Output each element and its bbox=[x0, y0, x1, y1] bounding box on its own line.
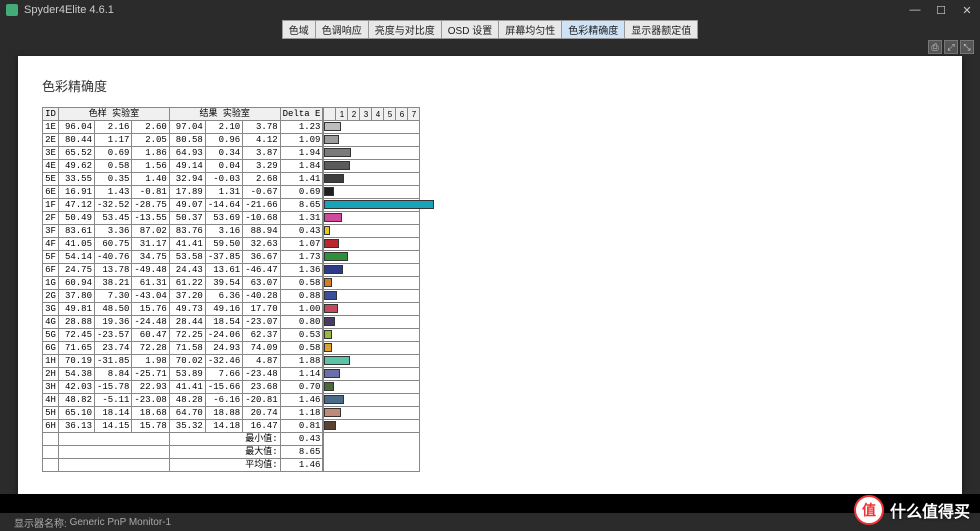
tab-0[interactable]: 色域 bbox=[282, 20, 316, 39]
table-row: 5G72.45-23.5760.4772.25-24.0662.370.53 bbox=[43, 329, 323, 342]
tab-2[interactable]: 亮度与对比度 bbox=[369, 20, 442, 39]
bar-row bbox=[324, 225, 420, 238]
bar-row bbox=[324, 355, 420, 368]
table-row: 5E33.550.351.4032.94-0.032.681.41 bbox=[43, 173, 323, 186]
bar-row bbox=[324, 394, 420, 407]
window-controls: — ☐ ✕ bbox=[908, 4, 974, 17]
table-row: 1F47.12-32.52-28.7549.07-14.64-21.668.65 bbox=[43, 199, 323, 212]
watermark: 值 什么值得买 bbox=[854, 495, 970, 525]
table-row: 1E96.042.162.6097.042.103.781.23 bbox=[43, 121, 323, 134]
table-row: 4H48.82-5.11-23.0848.28-6.16-20.811.46 bbox=[43, 394, 323, 407]
tab-1[interactable]: 色调响应 bbox=[316, 20, 369, 39]
maximize-button[interactable]: ☐ bbox=[934, 4, 948, 17]
window-titlebar: Spyder4Elite 4.6.1 — ☐ ✕ bbox=[0, 0, 980, 20]
window-title: Spyder4Elite 4.6.1 bbox=[24, 4, 908, 16]
page-heading: 色彩精确度 bbox=[42, 76, 938, 95]
toolbar-button-1[interactable]: ⤢ bbox=[944, 40, 958, 54]
toolbar-button-2[interactable]: ⤡ bbox=[960, 40, 974, 54]
bar-row bbox=[324, 329, 420, 342]
close-button[interactable]: ✕ bbox=[960, 4, 974, 17]
bar-row bbox=[324, 147, 420, 160]
table-row: 1G60.9438.2161.3161.2239.5463.070.58 bbox=[43, 277, 323, 290]
bar-row bbox=[324, 199, 420, 212]
bar-row bbox=[324, 277, 420, 290]
table-row: 6G71.6523.7472.2871.5824.9374.090.58 bbox=[43, 342, 323, 355]
bar-row bbox=[324, 368, 420, 381]
bar-row bbox=[324, 121, 420, 134]
bar-row bbox=[324, 212, 420, 225]
tab-bar: 色域色调响应亮度与对比度OSD 设置屏幕均匀性色彩精确度显示器额定值 bbox=[0, 20, 980, 38]
bar-row bbox=[324, 342, 420, 355]
bar-row bbox=[324, 134, 420, 147]
table-row: 3G49.8148.5015.7649.7349.1617.701.00 bbox=[43, 303, 323, 316]
status-value: Generic PnP Monitor-1 bbox=[70, 517, 172, 528]
table-row: 3E65.520.691.8664.930.343.871.94 bbox=[43, 147, 323, 160]
bar-row bbox=[324, 186, 420, 199]
bar-chart: 1234567 bbox=[323, 107, 420, 472]
table-row: 4F41.0560.7531.1741.4159.5032.631.07 bbox=[43, 238, 323, 251]
table-row: 3F83.613.3687.0283.763.1688.940.43 bbox=[43, 225, 323, 238]
table-row: 5F54.14-40.7634.7553.58-37.8536.671.73 bbox=[43, 251, 323, 264]
toolbar: ⎙⤢⤡ bbox=[0, 38, 980, 56]
minimize-button[interactable]: — bbox=[908, 4, 922, 17]
table-row: 6H36.1314.1515.7835.3214.1816.470.81 bbox=[43, 420, 323, 433]
table-row: 2E80.441.172.0580.580.964.121.09 bbox=[43, 134, 323, 147]
app-icon bbox=[6, 4, 18, 16]
table-row: 2H54.388.84-25.7153.897.66-23.481.14 bbox=[43, 368, 323, 381]
bar-row bbox=[324, 316, 420, 329]
data-grid: ID色样 实验室结果 实验室Delta E1E96.042.162.6097.0… bbox=[42, 107, 938, 472]
status-label: 显示器名称: bbox=[14, 515, 67, 530]
tab-3[interactable]: OSD 设置 bbox=[442, 20, 499, 39]
bar-row bbox=[324, 160, 420, 173]
table-row: 2F50.4953.45-13.5550.3753.69-10.681.31 bbox=[43, 212, 323, 225]
table-row: 4E49.620.581.5649.140.043.291.84 bbox=[43, 160, 323, 173]
table-row: 3H42.03-15.7822.9341.41-15.6623.680.70 bbox=[43, 381, 323, 394]
tab-4[interactable]: 屏幕均匀性 bbox=[499, 20, 562, 39]
watermark-badge: 值 bbox=[854, 495, 884, 525]
status-bar: 显示器名称: Generic PnP Monitor-1 bbox=[0, 513, 980, 531]
bar-row bbox=[324, 264, 420, 277]
bar-row bbox=[324, 290, 420, 303]
bar-row bbox=[324, 251, 420, 264]
table-row: 2G37.807.30-43.0437.206.36-40.280.88 bbox=[43, 290, 323, 303]
bar-row bbox=[324, 173, 420, 186]
bar-row bbox=[324, 420, 420, 433]
table-row: 5H65.1018.1418.6864.7018.8820.741.18 bbox=[43, 407, 323, 420]
table-row: 6F24.7513.78-49.4824.4313.61-46.471.36 bbox=[43, 264, 323, 277]
bar-row bbox=[324, 238, 420, 251]
tab-5[interactable]: 色彩精确度 bbox=[562, 20, 625, 39]
table-row: 6E16.911.43-0.8117.891.31-0.670.69 bbox=[43, 186, 323, 199]
table-row: 1H70.19-31.851.9870.02-32.464.871.88 bbox=[43, 355, 323, 368]
bar-row bbox=[324, 381, 420, 394]
canvas-area: 色彩精确度 ID色样 实验室结果 实验室Delta E1E96.042.162.… bbox=[0, 56, 980, 494]
toolbar-button-0[interactable]: ⎙ bbox=[928, 40, 942, 54]
table-row: 4G28.8819.36-24.4828.4418.54-23.070.80 bbox=[43, 316, 323, 329]
data-table: ID色样 实验室结果 实验室Delta E1E96.042.162.6097.0… bbox=[42, 107, 323, 472]
bar-row bbox=[324, 407, 420, 420]
tab-6[interactable]: 显示器额定值 bbox=[625, 20, 698, 39]
watermark-text: 什么值得买 bbox=[890, 498, 970, 522]
report-page: 色彩精确度 ID色样 实验室结果 实验室Delta E1E96.042.162.… bbox=[18, 56, 962, 494]
bar-row bbox=[324, 303, 420, 316]
